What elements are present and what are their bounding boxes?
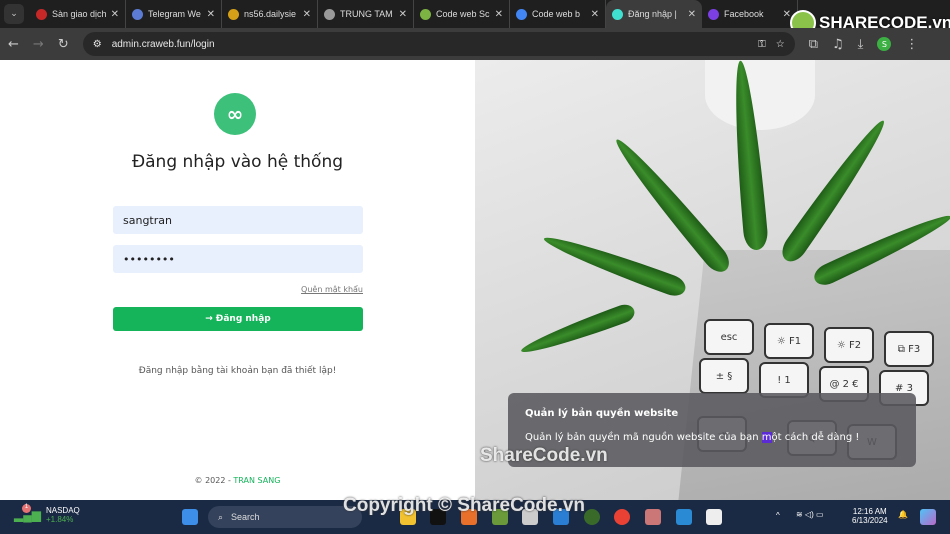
browser-tab[interactable]: ns56.dailysie ✕ [222, 0, 318, 28]
tab-favicon-icon [708, 8, 719, 20]
login-button-label: Đăng nhập [215, 314, 271, 324]
stock-name: NASDAQ [45, 506, 80, 515]
tab-favicon-icon [516, 8, 527, 20]
media-icon[interactable]: ♫ [832, 37, 844, 52]
tab-title: ns56.dailysie [244, 9, 297, 19]
tab-close-icon[interactable]: ✕ [303, 9, 311, 20]
username-input[interactable] [113, 206, 363, 234]
footer: © 2022 - TRAN SANG [0, 476, 475, 485]
browser-tab[interactable]: Facebook ✕ [702, 0, 798, 28]
keyboard-key: esc [704, 319, 754, 355]
keyboard-key: ☼ F1 [764, 323, 814, 359]
menu-icon[interactable]: ⋮ [905, 37, 918, 52]
browser-tab[interactable]: Code web Sc ✕ [414, 0, 510, 28]
tab-close-icon[interactable]: ✕ [591, 9, 599, 20]
browser-tab[interactable]: Sàn giao dịch ✕ [30, 0, 126, 28]
url-text[interactable]: admin.craweb.fun/login [112, 39, 748, 50]
download-icon[interactable]: ⤓ [858, 37, 864, 52]
forgot-password-link[interactable]: Quên mật khẩu [280, 285, 363, 294]
profile-avatar[interactable]: S [877, 37, 892, 51]
mail-icon[interactable] [676, 509, 692, 525]
keyboard-key: ☼ F2 [824, 327, 874, 363]
search-icon: ⌕ [218, 511, 224, 522]
page-title: Đăng nhập vào hệ thống [131, 152, 344, 172]
tab-title: Telegram We [148, 9, 201, 19]
tray-chevron-icon[interactable]: ^ [776, 511, 780, 520]
site-info-icon[interactable]: ⚙ [93, 39, 102, 50]
keyboard-key: ⧉ F3 [884, 331, 934, 367]
tab-close-icon[interactable]: ✕ [495, 9, 503, 20]
tray-status-icons[interactable]: ≋ ◁) ▭ [796, 510, 824, 519]
bookmark-star-icon[interactable]: ☆ [776, 39, 785, 50]
login-hint: Đăng nhập bằng tài khoản bạn đã thiết lậ… [138, 366, 337, 376]
notice-body: Quản lý bản quyền mã nguồn website của b… [525, 432, 899, 443]
tab-close-icon[interactable]: ✕ [207, 9, 215, 20]
browser-tab[interactable]: TRUNG TAM ✕ [318, 0, 414, 28]
tab-title: Đăng nhập | [628, 9, 677, 19]
copyright-watermark: Copyright © ShareCode.vn [343, 495, 586, 516]
tab-title: TRUNG TAM [340, 9, 393, 19]
copilot-icon[interactable] [920, 509, 936, 525]
extensions-icon[interactable]: ⧉ [809, 37, 818, 52]
windows-start-icon[interactable] [182, 509, 198, 525]
sharecode-watermark: ShareCode.vn [480, 445, 608, 466]
browser-tab[interactable]: Telegram We ✕ [126, 0, 222, 28]
tab-favicon-icon [612, 8, 623, 20]
password-key-icon[interactable]: ⚿ [758, 39, 766, 50]
tab-close-icon[interactable]: ✕ [688, 9, 696, 20]
notice-body-text-end: ột cách dễ dàng ! [771, 432, 860, 443]
search-label: Search [231, 512, 260, 522]
notice-body-text: Quản lý bản quyền mã nguồn website của b… [525, 432, 762, 443]
browser-tab[interactable]: Code web b ✕ [510, 0, 606, 28]
login-button[interactable]: → Đăng nhập [113, 307, 363, 331]
infinity-logo-icon: ∞ [214, 93, 256, 135]
notification-bell-icon[interactable]: 🔔 [898, 510, 908, 519]
login-arrow-icon: → [205, 314, 213, 324]
notice-text-cursor-highlight: m [761, 432, 772, 443]
notification-badge: 1 [22, 504, 31, 513]
tab-close-icon[interactable]: ✕ [399, 9, 407, 20]
tab-close-icon[interactable]: ✕ [111, 9, 119, 20]
tab-title: Facebook [724, 9, 764, 19]
login-panel: ∞ Đăng nhập vào hệ thống Quên mật khẩu →… [0, 60, 475, 500]
tab-title: Code web Sc [436, 9, 490, 19]
clock-date: 6/13/2024 [852, 516, 888, 525]
tab-favicon-icon [324, 8, 335, 20]
tab-title: Code web b [532, 9, 581, 19]
stock-widget[interactable]: ▂▄▆ NASDAQ +1.84% 1 [14, 504, 80, 524]
keyboard-key: ± § [699, 358, 749, 394]
tab-favicon-icon [228, 8, 239, 20]
app-hs-icon[interactable] [584, 509, 600, 525]
clock-time: 12:16 AM [852, 507, 887, 516]
password-input[interactable] [113, 245, 363, 273]
stock-change: +1.84% [45, 515, 74, 524]
tab-title: Sàn giao dịch [52, 9, 106, 19]
app-icon-4[interactable] [706, 509, 722, 525]
forward-icon[interactable]: → [33, 37, 44, 52]
tab-search-button[interactable]: ⌄ [4, 4, 24, 24]
url-bar[interactable]: ⚙ admin.craweb.fun/login ⚿ ☆ [82, 32, 795, 56]
tab-favicon-icon [36, 8, 47, 20]
browser-tab[interactable]: Đăng nhập | ✕ [606, 0, 702, 28]
app-icon-3[interactable] [645, 509, 661, 525]
tab-favicon-icon [420, 8, 431, 20]
clock[interactable]: 12:16 AM 6/13/2024 [852, 507, 888, 525]
reload-icon[interactable]: ↻ [58, 37, 69, 52]
footer-author-link[interactable]: TRAN SANG [233, 476, 280, 485]
address-bar-row: ← → ↻ ⚙ admin.craweb.fun/login ⚿ ☆ ⧉ ♫ ⤓… [0, 28, 950, 60]
tab-favicon-icon [132, 8, 143, 20]
chrome-icon[interactable] [614, 509, 630, 525]
back-icon[interactable]: ← [8, 37, 19, 52]
footer-copyright: © 2022 - [194, 476, 234, 485]
taskbar-search[interactable]: ⌕ Search [208, 506, 362, 528]
plant-pot [705, 60, 815, 130]
notice-title: Quản lý bản quyền website [525, 408, 679, 419]
